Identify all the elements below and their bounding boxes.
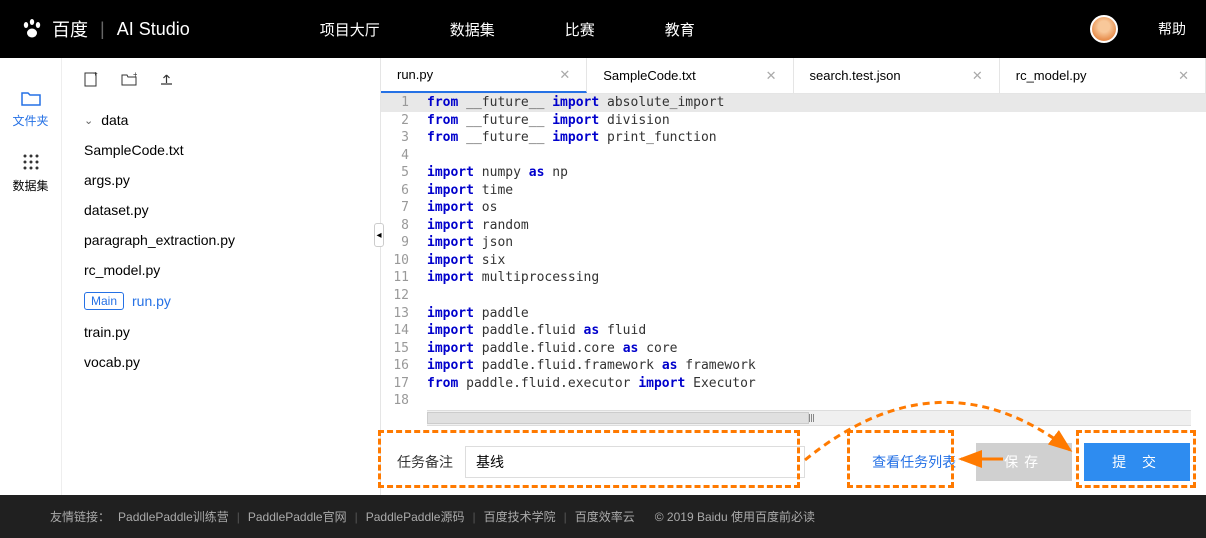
submit-button[interactable]: 提 交 — [1084, 443, 1190, 481]
code-line[interactable]: 16import paddle.fluid.framework as frame… — [381, 357, 1206, 375]
editor-tab-search-test-json[interactable]: search.test.json✕ — [794, 58, 1000, 93]
grid-icon — [22, 153, 40, 171]
code-line[interactable]: 9import json — [381, 234, 1206, 252]
code-line[interactable]: 12 — [381, 287, 1206, 305]
nav-projects[interactable]: 项目大厅 — [320, 19, 380, 40]
footer-link[interactable]: PaddlePaddle训练营 — [118, 510, 229, 524]
footer: 友情链接： PaddlePaddle训练营|PaddlePaddle官网|Pad… — [0, 495, 1206, 538]
svg-text:+: + — [93, 72, 98, 78]
editor-tabs: run.py✕SampleCode.txt✕search.test.json✕r… — [381, 58, 1206, 94]
top-bar: 百度 | AI Studio 项目大厅 数据集 比赛 教育 帮助 — [0, 0, 1206, 58]
code-line[interactable]: 2from __future__ import division — [381, 112, 1206, 130]
tree-file-train-py[interactable]: train.py — [80, 317, 362, 347]
horizontal-scrollbar[interactable] — [427, 410, 1191, 426]
new-folder-icon[interactable]: + — [121, 72, 137, 91]
upload-icon[interactable] — [159, 72, 174, 91]
file-panel: + + data SampleCode.txtargs.pydataset.py… — [62, 58, 380, 495]
tree-file-args-py[interactable]: args.py — [80, 165, 362, 195]
editor-tab-rc_model-py[interactable]: rc_model.py✕ — [1000, 58, 1206, 93]
code-line[interactable]: 7import os — [381, 199, 1206, 217]
code-line[interactable]: 17from paddle.fluid.executor import Exec… — [381, 375, 1206, 393]
new-file-icon[interactable]: + — [84, 72, 99, 91]
code-line[interactable]: 15import paddle.fluid.core as core — [381, 340, 1206, 358]
code-line[interactable]: 1from __future__ import absolute_import — [381, 94, 1206, 112]
logo-studio: AI Studio — [117, 19, 190, 40]
code-line[interactable]: 13import paddle — [381, 305, 1206, 323]
code-line[interactable]: 11import multiprocessing — [381, 269, 1206, 287]
tree-file-run-py[interactable]: Mainrun.py — [80, 285, 362, 317]
footer-link[interactable]: 百度技术学院 — [484, 510, 556, 524]
save-button[interactable]: 保存 — [976, 443, 1072, 481]
tree-file-rc_model-py[interactable]: rc_model.py — [80, 255, 362, 285]
tree-file-paragraph_extraction-py[interactable]: paragraph_extraction.py — [80, 225, 362, 255]
tree-file-SampleCode-txt[interactable]: SampleCode.txt — [80, 135, 362, 165]
collapse-sidebar-handle[interactable]: ◂ — [374, 223, 384, 247]
code-editor[interactable]: 1from __future__ import absolute_import2… — [381, 94, 1206, 429]
vertical-tabs: 文件夹 数据集 — [0, 58, 62, 495]
code-line[interactable]: 5import numpy as np — [381, 164, 1206, 182]
svg-text:+: + — [133, 72, 137, 79]
code-line[interactable]: 10import six — [381, 252, 1206, 270]
avatar[interactable] — [1090, 15, 1118, 43]
code-line[interactable]: 18 — [381, 392, 1206, 410]
task-bar: 任务备注 查看任务列表 保存 提 交 — [381, 429, 1206, 495]
close-icon[interactable]: ✕ — [559, 67, 570, 83]
task-note-label: 任务备注 — [397, 452, 453, 472]
editor-tab-SampleCode-txt[interactable]: SampleCode.txt✕ — [587, 58, 793, 93]
view-task-list-link[interactable]: 查看任务列表 — [864, 452, 964, 472]
code-line[interactable]: 8import random — [381, 217, 1206, 235]
help-link[interactable]: 帮助 — [1158, 19, 1186, 39]
close-icon[interactable]: ✕ — [1178, 68, 1189, 84]
code-line[interactable]: 3from __future__ import print_function — [381, 129, 1206, 147]
footer-link[interactable]: 百度效率云 — [575, 510, 635, 524]
logo-text: 百度 — [52, 16, 88, 42]
logo[interactable]: 百度 | AI Studio — [20, 16, 190, 42]
close-icon[interactable]: ✕ — [766, 68, 777, 84]
footer-link[interactable]: PaddlePaddle官网 — [248, 510, 347, 524]
nav-datasets[interactable]: 数据集 — [450, 19, 495, 40]
tree-folder-data[interactable]: data — [80, 105, 362, 135]
main-badge: Main — [84, 292, 124, 310]
code-line[interactable]: 14import paddle.fluid as fluid — [381, 322, 1206, 340]
code-line[interactable]: 4 — [381, 147, 1206, 165]
tree-file-dataset-py[interactable]: dataset.py — [80, 195, 362, 225]
vtab-datasets[interactable]: 数据集 — [0, 141, 61, 206]
vtab-files[interactable]: 文件夹 — [0, 78, 61, 141]
code-line[interactable]: 6import time — [381, 182, 1206, 200]
top-nav: 项目大厅 数据集 比赛 教育 — [320, 19, 695, 40]
tree-file-vocab-py[interactable]: vocab.py — [80, 347, 362, 377]
editor-panel: ◂ run.py✕SampleCode.txt✕search.test.json… — [380, 58, 1206, 495]
footer-link[interactable]: PaddlePaddle源码 — [366, 510, 465, 524]
nav-education[interactable]: 教育 — [665, 19, 695, 40]
folder-icon — [21, 90, 41, 106]
task-note-input[interactable] — [465, 446, 805, 478]
nav-competitions[interactable]: 比赛 — [565, 19, 595, 40]
footer-copyright: © 2019 Baidu 使用百度前必读 — [655, 508, 815, 525]
close-icon[interactable]: ✕ — [972, 68, 983, 84]
footer-lead: 友情链接： — [50, 508, 110, 525]
editor-tab-run-py[interactable]: run.py✕ — [381, 58, 587, 93]
